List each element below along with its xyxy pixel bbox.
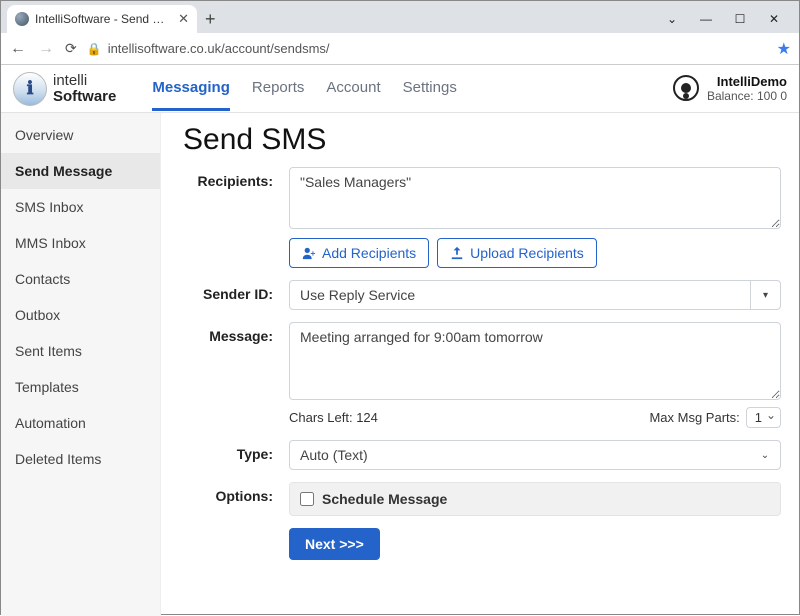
forward-icon: → [37,40,55,58]
tab-bar: IntelliSoftware - Send SMS ✕ + ⌄ — ☐ ✕ [1,1,799,33]
upload-icon [450,246,464,260]
url-text: intellisoftware.co.uk/account/sendsms/ [108,41,330,56]
main-content: Send SMS Recipients: Add Recipients Uplo… [161,113,799,616]
sidebar-item-templates[interactable]: Templates [1,369,160,405]
tab-title: IntelliSoftware - Send SMS [35,12,172,26]
next-button[interactable]: Next >>> [289,528,380,560]
address-bar: ← → ⟳ 🔒 intellisoftware.co.uk/account/se… [1,33,799,65]
url-box[interactable]: 🔒 intellisoftware.co.uk/account/sendsms/ [87,41,767,56]
minimize-icon[interactable]: — [691,8,721,30]
app-header: ℹ intelli Software Messaging Reports Acc… [1,65,799,113]
lock-icon: 🔒 [87,42,102,56]
sidebar-item-outbox[interactable]: Outbox [1,297,160,333]
tab-account[interactable]: Account [326,67,380,111]
balance-label: Balance: 100 0 [707,89,787,103]
upload-recipients-button[interactable]: Upload Recipients [437,238,597,268]
logo[interactable]: ℹ intelli Software [13,72,116,106]
chevron-down-icon[interactable]: ⌄ [657,8,687,30]
avatar-icon [673,75,699,101]
sidebar-item-deleted-items[interactable]: Deleted Items [1,441,160,477]
user-name: IntelliDemo [707,74,787,90]
sidebar-item-sms-inbox[interactable]: SMS Inbox [1,189,160,225]
page-title: Send SMS [183,123,781,157]
chars-left: Chars Left: 124 [289,410,378,425]
type-select[interactable]: Auto (Text) ⌄ [289,440,781,470]
sidebar-item-overview[interactable]: Overview [1,117,160,153]
browser-chrome: IntelliSoftware - Send SMS ✕ + ⌄ — ☐ ✕ ←… [1,1,799,65]
add-recipients-button[interactable]: Add Recipients [289,238,429,268]
reload-icon[interactable]: ⟳ [65,40,77,57]
browser-tab[interactable]: IntelliSoftware - Send SMS ✕ [7,5,197,33]
sidebar-item-mms-inbox[interactable]: MMS Inbox [1,225,160,261]
max-parts-label: Max Msg Parts: [649,410,739,425]
message-label: Message: [183,322,273,344]
recipients-label: Recipients: [183,167,273,189]
message-input[interactable] [289,322,781,400]
schedule-label: Schedule Message [322,491,447,507]
options-box: Schedule Message [289,482,781,516]
options-label: Options: [183,482,273,504]
tab-reports[interactable]: Reports [252,67,305,111]
sender-id-label: Sender ID: [183,280,273,302]
type-label: Type: [183,440,273,462]
sender-id-select[interactable]: Use Reply Service ▾ [289,280,781,310]
tab-settings[interactable]: Settings [403,67,457,111]
tab-messaging[interactable]: Messaging [152,67,230,111]
max-parts-select[interactable]: 1 [746,407,781,428]
schedule-checkbox[interactable] [300,492,314,506]
close-window-icon[interactable]: ✕ [759,8,789,30]
sidebar-item-contacts[interactable]: Contacts [1,261,160,297]
chevron-down-icon: ▾ [750,281,780,309]
sidebar: OverviewSend MessageSMS InboxMMS InboxCo… [1,113,161,616]
favicon-icon [15,12,29,26]
chevron-down-icon: ⌄ [750,441,780,469]
sidebar-item-send-message[interactable]: Send Message [1,153,160,189]
bookmark-icon[interactable]: ★ [777,39,791,59]
window-controls: ⌄ — ☐ ✕ [657,8,793,30]
user-info[interactable]: IntelliDemo Balance: 100 0 [673,74,787,104]
back-icon[interactable]: ← [9,40,27,58]
brand-text: intelli Software [53,73,116,105]
maximize-icon[interactable]: ☐ [725,8,755,30]
main-nav: Messaging Reports Account Settings [152,67,456,111]
sidebar-item-sent-items[interactable]: Sent Items [1,333,160,369]
user-plus-icon [302,246,316,260]
new-tab-button[interactable]: + [205,9,216,30]
logo-icon: ℹ [13,72,47,106]
close-tab-icon[interactable]: ✕ [178,11,189,27]
recipients-input[interactable] [289,167,781,229]
sidebar-item-automation[interactable]: Automation [1,405,160,441]
